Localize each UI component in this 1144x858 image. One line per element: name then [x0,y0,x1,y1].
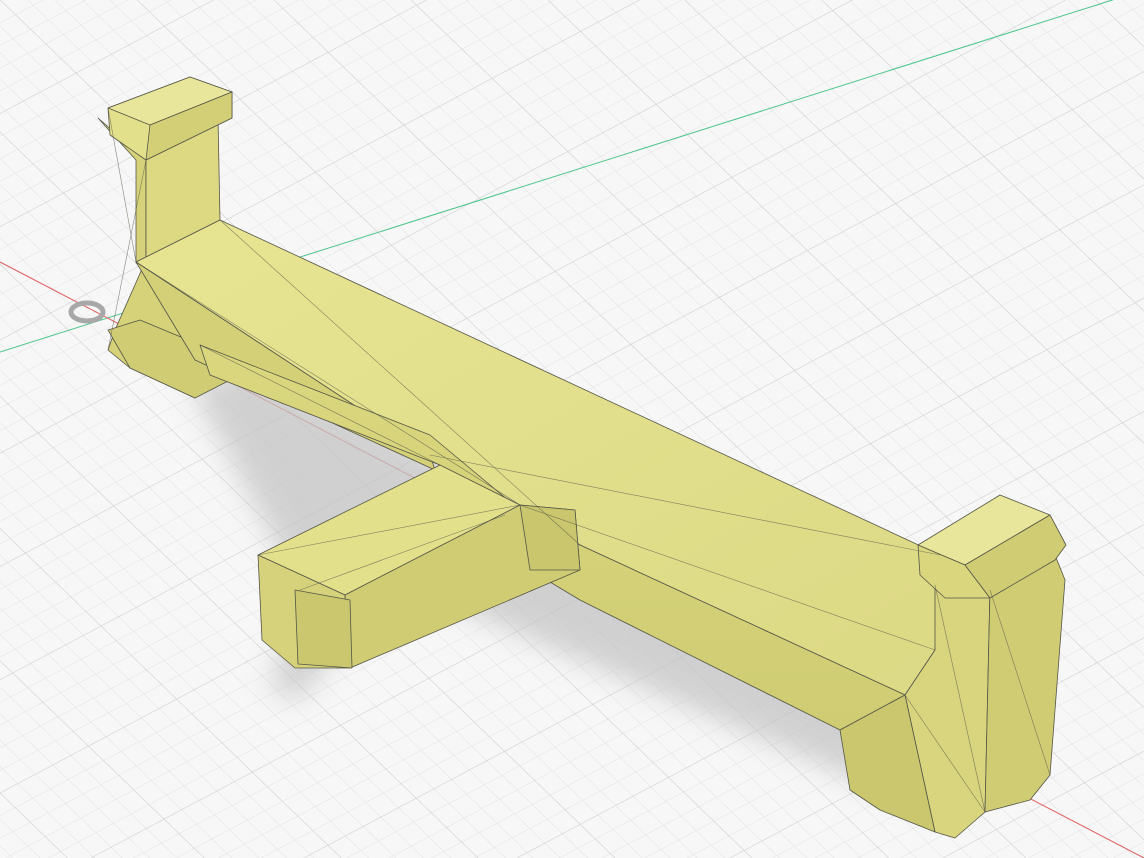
3d-viewport[interactable] [0,0,1144,858]
center-stem-mesh [519,504,581,571]
center-stem-end-mesh [294,589,353,669]
viewport-canvas[interactable] [0,0,1144,858]
